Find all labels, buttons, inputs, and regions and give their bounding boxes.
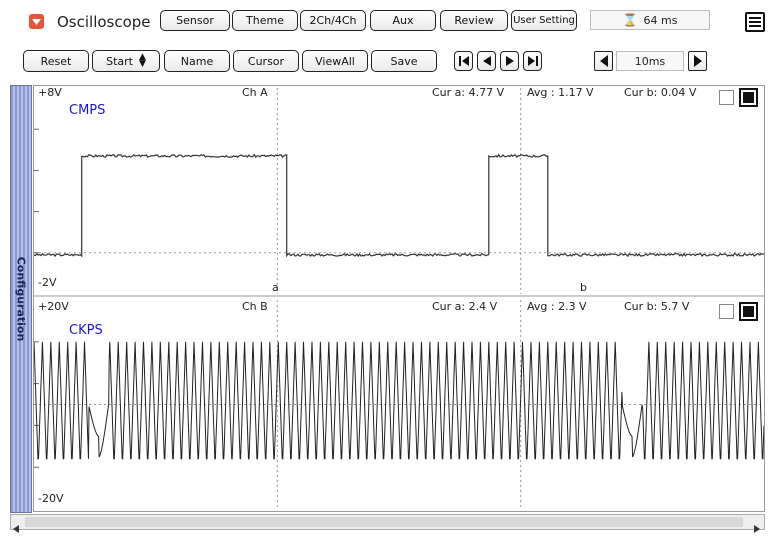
cursor-button[interactable]: Cursor [233,50,299,72]
cha-avg: Avg : 1.17 V [527,86,594,99]
chb-vmin: -20V [38,492,64,505]
save-button[interactable]: Save [371,50,437,72]
last-frame-button[interactable] [523,51,542,71]
toolbar: Reset Start ▲ ▼ Name Cursor ViewAll Save … [0,44,776,80]
chb-window-icon[interactable] [739,302,758,321]
prev-frame-button[interactable] [477,51,496,71]
user-setting-button[interactable]: User Setting [511,10,577,31]
timer-value: 64 ms [643,13,678,27]
cha-window-icon[interactable] [739,88,758,107]
ckps-trace [34,341,764,460]
play-forward-icon [505,56,514,66]
cha-cur-a: Cur a: 4.77 V [432,86,505,99]
cmps-trace [34,153,764,258]
skip-back-icon [458,56,469,66]
scope-area: +8V Ch A Cur a: 4.77 V Avg : 1.17 V Cur … [33,85,765,512]
review-button[interactable]: Review [440,10,508,31]
title-bar: Oscilloscope Sensor Theme 2Ch/4Ch Aux Re… [0,0,776,44]
app-title: Oscilloscope [57,13,151,31]
scroll-thumb[interactable] [25,517,743,527]
scroll-right-icon[interactable] [754,518,760,537]
scroll-left-icon[interactable] [13,518,19,537]
window-menu-icon[interactable] [745,12,765,32]
chb-avg: Avg : 2.3 V [527,300,587,313]
timebase-decrease-button[interactable] [594,51,613,71]
start-button[interactable]: Start ▲ ▼ [92,50,160,72]
cha-sensor-name: CMPS [69,103,106,118]
arrow-right-icon [693,55,702,67]
sensor-button[interactable]: Sensor [160,10,230,31]
reset-button[interactable]: Reset [23,50,89,72]
next-frame-button[interactable] [500,51,519,71]
horizontal-scrollbar[interactable] [10,514,765,533]
timebase-increase-button[interactable] [688,51,707,71]
cha-vmin: -2V [38,276,57,289]
channel-mode-button[interactable]: 2Ch/4Ch [300,10,366,31]
viewall-button[interactable]: ViewAll [302,50,368,72]
play-back-icon [482,56,491,66]
theme-button[interactable]: Theme [232,10,298,31]
chb-vmax: +20V [38,300,69,313]
cha-name: Ch A [242,86,268,99]
chb-checkbox[interactable] [719,304,734,319]
chb-name: Ch B [242,300,268,313]
cursor-a-marker[interactable]: a [272,281,279,294]
cha-checkbox[interactable] [719,90,734,105]
chb-cur-b: Cur b: 5.7 V [624,300,690,313]
start-label: Start [106,54,133,68]
chb-sensor-name: CKPS [69,323,103,338]
cha-vmax: +8V [38,86,62,99]
chb-cur-a: Cur a: 2.4 V [432,300,498,313]
configuration-label: Configuration [14,256,28,342]
cha-cur-b: Cur b: 0.04 V [624,86,697,99]
scope-plot[interactable] [34,86,764,511]
configuration-sidebar[interactable]: Configuration [10,85,32,513]
timebase-value: 10ms [616,51,684,71]
arrow-left-icon [599,55,608,67]
aux-button[interactable]: Aux [370,10,436,31]
hourglass-icon: ⌛ [622,13,638,27]
first-frame-button[interactable] [454,51,473,71]
timer-display: ⌛ 64 ms [590,10,710,30]
app-menu-icon[interactable] [29,14,44,29]
name-button[interactable]: Name [164,50,230,72]
stepper-icon: ▲ ▼ [138,52,146,69]
skip-forward-icon [527,56,538,66]
cursor-b-marker[interactable]: b [580,281,587,294]
